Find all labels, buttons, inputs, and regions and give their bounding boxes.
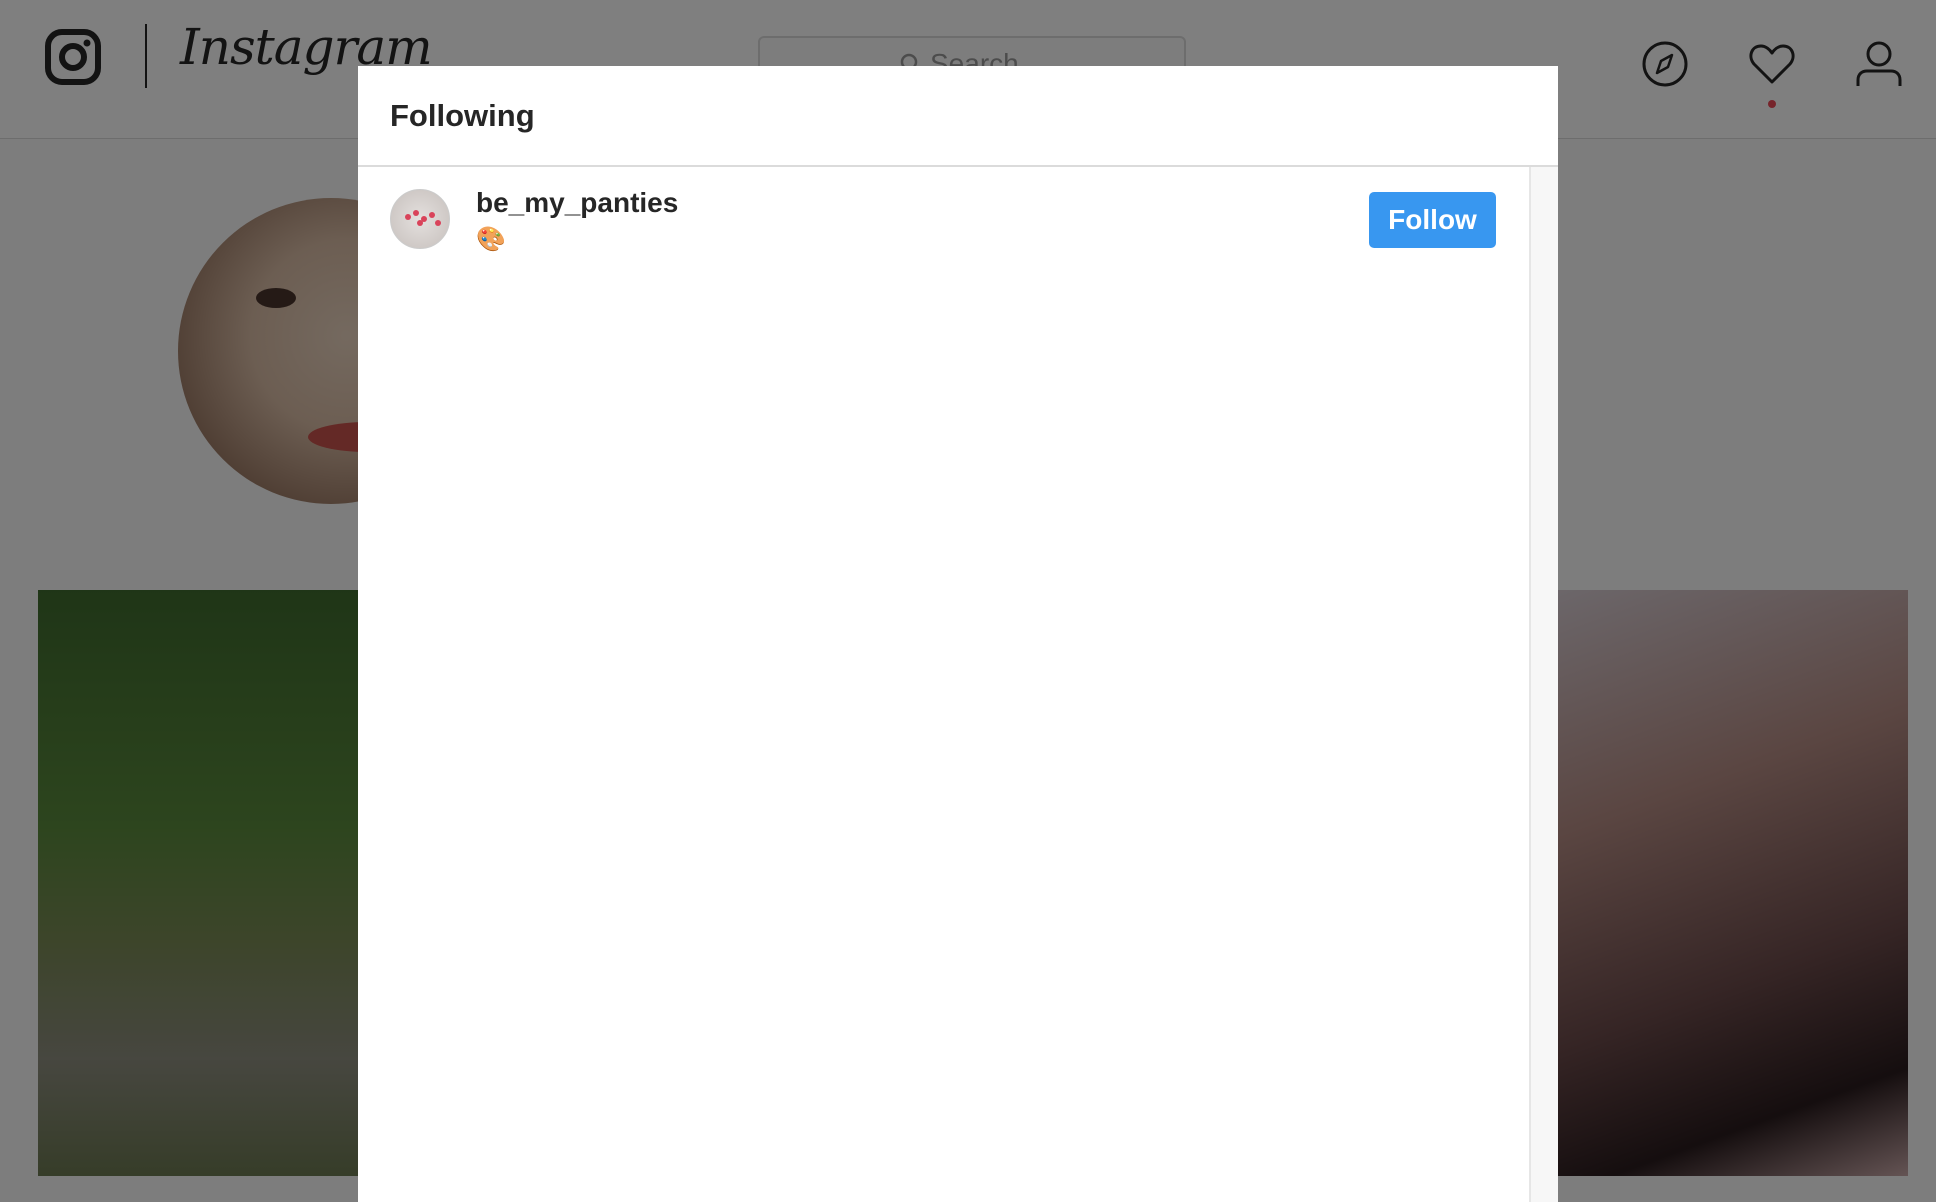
avatar[interactable] [390,189,450,249]
following-dialog: Following be_my_panties 🎨 Follow [358,66,1558,1202]
follow-button[interactable]: Follow [1369,192,1496,248]
dialog-title: Following [390,98,535,133]
following-list: be_my_panties 🎨 Follow [358,167,1528,1202]
list-item: be_my_panties 🎨 Follow [358,167,1528,267]
user-subtitle: 🎨 [476,226,506,253]
username-link[interactable]: be_my_panties [476,187,678,219]
dialog-header: Following [358,66,1558,167]
scrollbar[interactable] [1529,167,1558,1202]
